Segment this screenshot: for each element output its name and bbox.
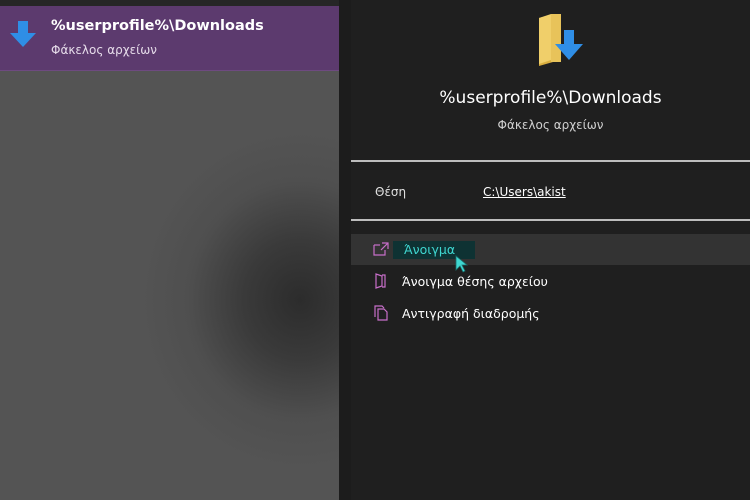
action-copy-path-label: Αντιγραφή διαδρομής — [402, 306, 540, 321]
divider-bottom — [351, 219, 750, 221]
action-open[interactable]: Άνοιγμα — [351, 234, 750, 265]
copy-icon — [374, 305, 388, 321]
search-result-item[interactable]: %userprofile%\Downloads Φάκελος αρχείων — [0, 6, 339, 71]
action-open-label: Άνοιγμα — [404, 242, 456, 257]
download-arrow-icon — [10, 21, 36, 47]
downloads-folder-icon — [539, 14, 583, 66]
result-subtitle: Φάκελος αρχείων — [51, 43, 157, 57]
details-pane: %userprofile%\Downloads Φάκελος αρχείων … — [351, 0, 750, 500]
location-label: Θέση — [375, 185, 407, 199]
pane-divider — [339, 0, 351, 500]
result-title: %userprofile%\Downloads — [51, 18, 264, 34]
action-copy-path[interactable]: Αντιγραφή διαδρομής — [351, 298, 750, 329]
details-title: %userprofile%\Downloads — [439, 88, 662, 108]
details-subtitle: Φάκελος αρχείων — [497, 118, 604, 132]
action-open-file-location-label: Άνοιγμα θέσης αρχείου — [402, 274, 548, 289]
action-open-file-location[interactable]: Άνοιγμα θέσης αρχείου — [351, 266, 750, 297]
location-link[interactable]: C:\Users\akist — [483, 185, 566, 199]
open-external-icon — [373, 242, 389, 256]
open-location-icon — [375, 273, 386, 289]
mouse-cursor-icon — [455, 255, 469, 273]
search-results-pane: %userprofile%\Downloads Φάκελος αρχείων — [0, 0, 339, 500]
divider-top — [351, 160, 750, 162]
